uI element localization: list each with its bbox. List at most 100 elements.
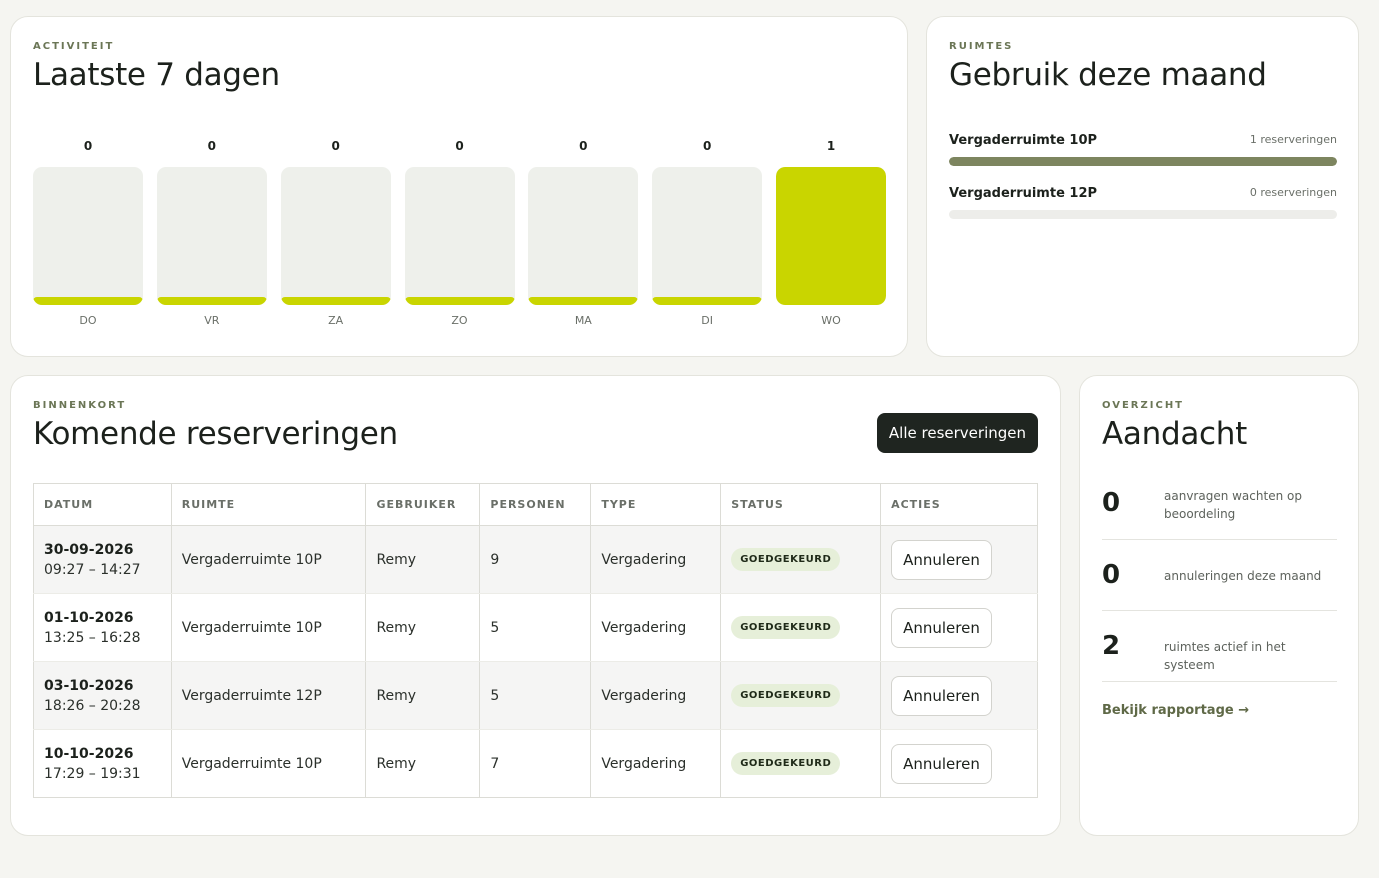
attention-item: 0 annuleringen deze maand [1102, 540, 1337, 611]
cell-user: Remy [365, 525, 481, 594]
bar-fill [280, 297, 391, 305]
column-header-type: TYPE [590, 483, 722, 526]
room-usage-track [949, 157, 1337, 166]
cancel-button[interactable]: Annuleren [891, 607, 992, 648]
cell-room: Vergaderruimte 10P [170, 525, 367, 594]
status-badge: GOEDGEKEURD [731, 684, 841, 707]
column-header-actions: ACTIES [880, 483, 1038, 526]
attention-value: 2 [1102, 631, 1121, 661]
reservations-table: DATUM RUIMTE GEBRUIKER PERSONEN TYPE STA… [33, 483, 1038, 798]
bar-track [280, 167, 391, 305]
reservation-time: 18:26 – 20:28 [44, 697, 141, 714]
attention-eyebrow: OVERZICHT [1102, 400, 1185, 411]
cancel-button[interactable]: Annuleren [891, 675, 992, 716]
room-usage-item: Vergaderruimte 12P 0 reserveringen [949, 186, 1337, 226]
cell-user: Remy [365, 593, 481, 662]
bar-count-label: 0 [455, 139, 464, 153]
bar-day-label: ZO [451, 314, 468, 327]
cell-status: GOEDGEKEURD [720, 525, 882, 594]
bar-day-label: VR [204, 314, 220, 327]
cell-user: Remy [365, 661, 481, 730]
bar-track [776, 167, 886, 305]
status-badge: GOEDGEKEURD [731, 616, 841, 639]
room-usage-fill [949, 157, 1337, 166]
cell-type: Vergadering [590, 525, 722, 594]
bar-day-label: WO [821, 314, 841, 327]
reservation-time: 13:25 – 16:28 [44, 629, 141, 646]
bar-fill [652, 297, 763, 305]
column-header-user: GEBRUIKER [365, 483, 481, 526]
activity-bar: 0 ZA [280, 137, 391, 337]
bar-track [652, 167, 763, 305]
room-reservation-count: 1 reserveringen [1249, 133, 1337, 146]
attention-item: 2 ruimtes actief in het systeem [1102, 611, 1337, 682]
cell-status: GOEDGEKEURD [720, 593, 882, 662]
attention-card: OVERZICHT Aandacht 0 aanvragen wachten o… [1079, 375, 1359, 836]
bar-track [156, 167, 267, 305]
cell-room: Vergaderruimte 10P [170, 729, 367, 798]
bar-count-label: 0 [331, 139, 340, 153]
bar-day-label: DI [701, 314, 714, 327]
bar-track [528, 167, 639, 305]
room-reservation-count: 0 reserveringen [1249, 186, 1337, 199]
activity-title: Laatste 7 dagen [33, 57, 280, 93]
bar-day-label: ZA [328, 314, 344, 327]
attention-value: 0 [1102, 488, 1121, 518]
activity-bar: 0 VR [156, 137, 267, 337]
cancel-button[interactable]: Annuleren [891, 539, 992, 580]
cell-type: Vergadering [590, 729, 722, 798]
view-report-link[interactable]: Bekijk rapportage → [1102, 703, 1249, 718]
bar-track [33, 167, 143, 305]
cancel-button[interactable]: Annuleren [891, 743, 992, 784]
bar-fill [156, 297, 267, 305]
cell-user: Remy [365, 729, 481, 798]
cell-persons: 5 [479, 593, 592, 662]
reservation-time: 17:29 – 19:31 [44, 765, 141, 782]
table-header-row: DATUM RUIMTE GEBRUIKER PERSONEN TYPE STA… [33, 483, 1038, 526]
room-usage-track [949, 210, 1337, 219]
rooms-card: RUIMTES Gebruik deze maand Vergaderruimt… [926, 16, 1359, 357]
attention-item: 0 aanvragen wachten op beoordeling [1102, 471, 1337, 540]
table-row: 10-10-2026 17:29 – 19:31 Vergaderruimte 1… [33, 729, 1038, 798]
cell-actions: Annuleren [880, 593, 1038, 662]
activity-bar: 0 MA [528, 137, 639, 337]
room-name: Vergaderruimte 10P [949, 133, 1098, 148]
cell-persons: 9 [479, 525, 592, 594]
all-reservations-button[interactable]: Alle reserveringen [876, 413, 1038, 453]
activity-bar: 1 WO [776, 137, 886, 337]
table-row: 03-10-2026 18:26 – 20:28 Vergaderruimte 1… [33, 661, 1038, 730]
cell-type: Vergadering [590, 593, 722, 662]
rooms-eyebrow: RUIMTES [949, 41, 1014, 52]
reservations-card: BINNENKORT Komende reserveringen Alle re… [10, 375, 1061, 836]
bar-count-label: 0 [83, 139, 93, 153]
bar-count-label: 0 [207, 139, 216, 153]
cell-room: Vergaderruimte 12P [170, 661, 367, 730]
column-header-persons: PERSONEN [479, 483, 592, 526]
attention-title: Aandacht [1102, 416, 1247, 452]
cell-date: 01-10-2026 13:25 – 16:28 [33, 593, 172, 662]
bar-fill [776, 167, 886, 305]
activity-bar: 0 ZO [404, 137, 515, 337]
cell-actions: Annuleren [880, 729, 1038, 798]
bar-day-label: DO [79, 314, 97, 327]
reservation-date: 10-10-2026 [44, 745, 134, 762]
column-header-room: RUIMTE [170, 483, 367, 526]
bar-count-label: 0 [579, 139, 588, 153]
bar-count-label: 0 [702, 139, 712, 153]
reservation-time: 09:27 – 14:27 [44, 561, 141, 578]
activity-eyebrow: ACTIVITEIT [33, 41, 115, 52]
status-badge: GOEDGEKEURD [731, 548, 841, 571]
bar-day-label: MA [574, 314, 592, 327]
activity-bar: 0 DO [33, 137, 143, 337]
cell-date: 10-10-2026 17:29 – 19:31 [33, 729, 172, 798]
reservations-eyebrow: BINNENKORT [33, 400, 127, 411]
reservation-date: 01-10-2026 [44, 609, 134, 626]
reservation-date: 03-10-2026 [44, 677, 134, 694]
cell-status: GOEDGEKEURD [720, 661, 882, 730]
bar-count-label: 1 [826, 139, 836, 153]
table-row: 30-09-2026 09:27 – 14:27 Vergaderruimte 1… [33, 525, 1038, 594]
cell-persons: 7 [479, 729, 592, 798]
room-usage-item: Vergaderruimte 10P 1 reserveringen [949, 133, 1337, 173]
bar-fill [33, 297, 143, 305]
cell-actions: Annuleren [880, 661, 1038, 730]
